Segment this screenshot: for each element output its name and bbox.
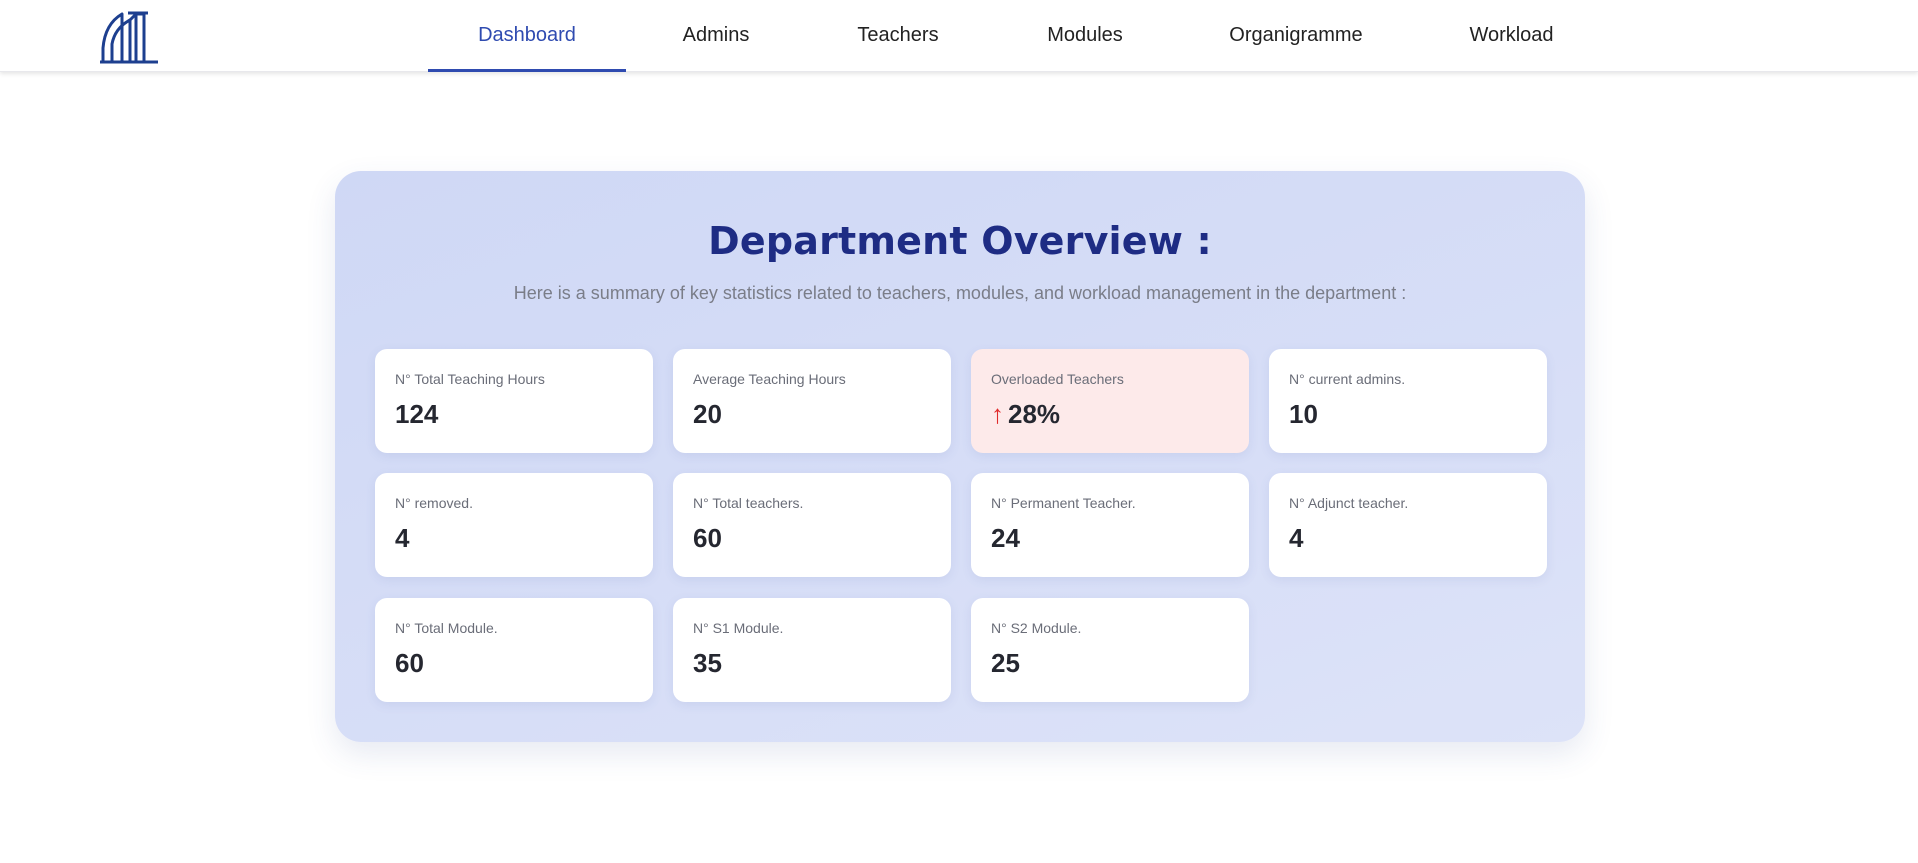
stat-value: 20 — [693, 399, 722, 429]
nav-tab-admins[interactable]: Admins — [660, 0, 772, 71]
nav-tab-organigramme[interactable]: Organigramme — [1215, 0, 1377, 71]
nav-tab-label: Teachers — [857, 24, 939, 46]
nav-tab-dashboard[interactable]: Dashboard — [428, 0, 626, 72]
nav-tab-label: Organigramme — [1229, 24, 1363, 46]
stat-label: N° removed. — [395, 495, 473, 511]
stat-label: N° Total Module. — [395, 620, 498, 636]
stat-label: N° Total teachers. — [693, 495, 804, 511]
stat-value: 10 — [1289, 399, 1318, 429]
nav-tab-label: Modules — [1047, 24, 1123, 46]
stat-label: N° current admins. — [1289, 371, 1406, 387]
stat-label: N° S1 Module. — [693, 620, 784, 636]
nav-tab-label: Workload — [1469, 24, 1554, 46]
stat-card-overloaded-teachers: Overloaded Teachers ↑ 28% — [971, 349, 1249, 453]
stat-value: 124 — [395, 399, 439, 429]
stat-label: N° Total Teaching Hours — [395, 371, 545, 387]
stat-value: 25 — [991, 648, 1020, 678]
stat-value: 28% — [1008, 399, 1061, 429]
stat-label: N° Adjunct teacher. — [1289, 495, 1409, 511]
stat-card-average-teaching-hours: Average Teaching Hours 20 — [673, 349, 951, 453]
stat-label: N° S2 Module. — [991, 620, 1082, 636]
page-subtitle: Here is a summary of key statistics rela… — [513, 283, 1407, 303]
department-overview-panel: Department Overview : Here is a summary … — [335, 171, 1585, 742]
stat-card-total-modules: N° Total Module. 60 — [375, 598, 653, 702]
arrow-up-icon: ↑ — [991, 399, 1004, 429]
nav-tab-label: Dashboard — [478, 24, 576, 46]
top-navigation-bar: Dashboard Admins Teachers Modules Organi… — [0, 0, 1918, 72]
stat-value: 35 — [693, 648, 722, 678]
stat-card-s1-modules: N° S1 Module. 35 — [673, 598, 951, 702]
nav-tab-label: Admins — [682, 24, 750, 46]
stat-card-current-admins: N° current admins. 10 — [1269, 349, 1547, 453]
stat-label: Overloaded Teachers — [991, 371, 1124, 387]
stat-value: 4 — [395, 523, 410, 553]
page-title: Department Overview : — [708, 219, 1212, 263]
stat-value: 4 — [1289, 523, 1304, 553]
stat-value: 60 — [693, 523, 722, 553]
stat-label: N° Permanent Teacher. — [991, 495, 1136, 511]
nav-tab-workload[interactable]: Workload — [1453, 0, 1570, 71]
stat-label: Average Teaching Hours — [693, 371, 846, 387]
stat-card-total-teachers: N° Total teachers. 60 — [673, 473, 951, 577]
nav-tab-modules[interactable]: Modules — [1030, 0, 1140, 71]
department-logo-icon[interactable] — [100, 10, 160, 64]
nav-tab-teachers[interactable]: Teachers — [840, 0, 956, 71]
stat-card-removed: N° removed. 4 — [375, 473, 653, 577]
stat-value-row: ↑ 28% — [991, 399, 1060, 430]
active-tab-indicator — [428, 69, 626, 72]
stat-value: 60 — [395, 648, 424, 678]
stat-card-permanent-teachers: N° Permanent Teacher. 24 — [971, 473, 1249, 577]
stat-card-adjunct-teachers: N° Adjunct teacher. 4 — [1269, 473, 1547, 577]
stat-value: 24 — [991, 523, 1020, 553]
stat-card-s2-modules: N° S2 Module. 25 — [971, 598, 1249, 702]
stat-card-total-teaching-hours: N° Total Teaching Hours 124 — [375, 349, 653, 453]
